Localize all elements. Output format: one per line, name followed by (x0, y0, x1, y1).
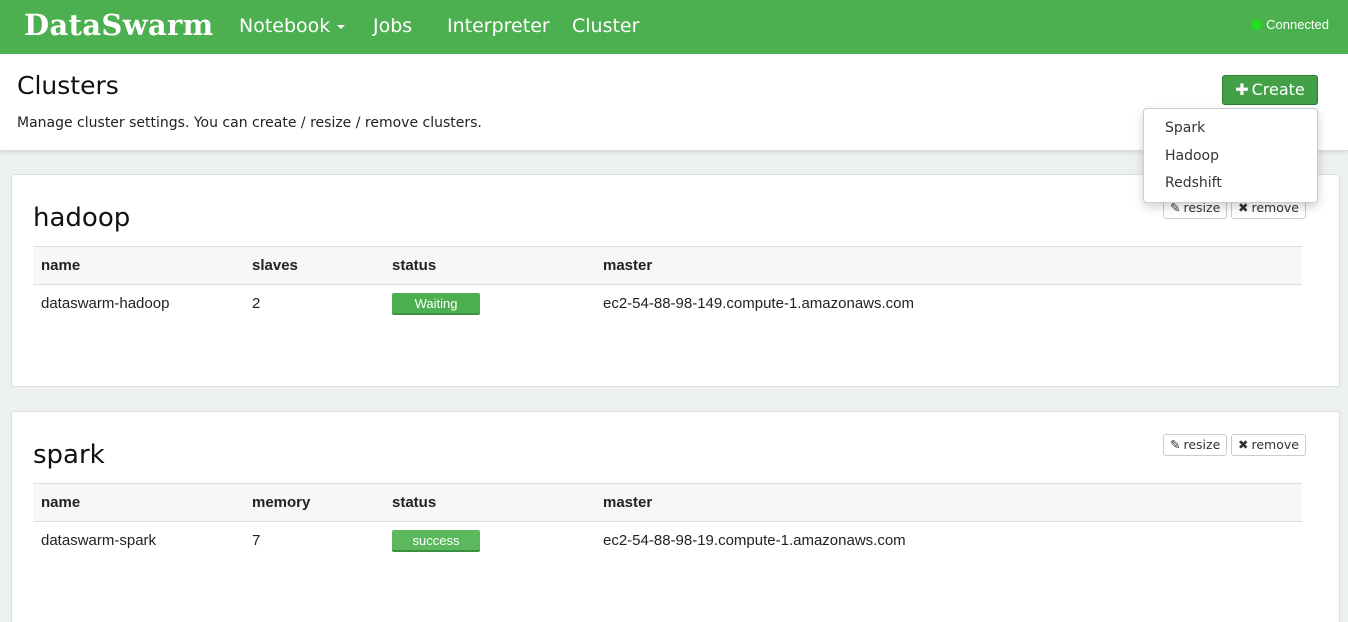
remove-label: remove (1251, 437, 1299, 452)
cell-slaves: 2 (252, 295, 261, 313)
menu-item-spark[interactable]: Spark (1144, 117, 1317, 145)
cell-name: dataswarm-spark (41, 532, 157, 550)
cell-status: Waiting (384, 285, 595, 323)
remove-button[interactable]: ✖ remove (1231, 434, 1306, 456)
cluster-panel-hadoop: hadoop ✎ resize ✖ remove name slaves statu… (11, 174, 1340, 387)
create-button-label: Create (1251, 80, 1305, 99)
connection-status: Connected (1251, 17, 1329, 32)
menu-item-hadoop[interactable]: Hadoop (1144, 145, 1317, 173)
create-dropdown-menu: Spark Hadoop Redshift (1143, 108, 1318, 203)
table-header-row: name slaves status master (33, 246, 1302, 285)
cell-memory: 7 (252, 532, 261, 550)
cluster-title: hadoop (33, 203, 131, 233)
nav-cluster[interactable]: Cluster (572, 15, 639, 37)
column-header-status: status (384, 246, 595, 285)
page-description: Manage cluster settings. You can create … (17, 115, 482, 131)
nav-notebook[interactable]: Notebook (239, 15, 346, 37)
menu-item-redshift[interactable]: Redshift (1144, 172, 1317, 200)
column-header-name: name (33, 483, 244, 522)
nav-interpreter[interactable]: Interpreter (447, 15, 550, 37)
status-dot-icon (1251, 19, 1263, 30)
create-cluster-button[interactable]: ✚ Create (1222, 75, 1318, 105)
cell-master: ec2-54-88-98-19.compute-1.amazonaws.com (603, 532, 906, 550)
connection-status-label: Connected (1266, 17, 1329, 32)
page-title: Clusters (17, 71, 119, 100)
status-badge: success (392, 529, 480, 552)
table-row: dataswarm-hadoop 2 Waiting ec2-54-88-98-… (33, 285, 1302, 323)
close-icon: ✖ (1238, 437, 1249, 452)
cell-name: dataswarm-hadoop (41, 295, 170, 313)
cluster-table: name memory status master dataswarm-spar… (33, 483, 1302, 560)
cluster-title: spark (33, 440, 105, 470)
top-navbar: DataSwarm Notebook Jobs Interpreter Clus… (0, 0, 1348, 54)
status-badge: Waiting (392, 292, 480, 315)
nav-jobs[interactable]: Jobs (373, 15, 412, 37)
column-header-slaves: slaves (244, 246, 384, 285)
column-header-memory: memory (244, 483, 384, 522)
cluster-panel-spark: spark ✎ resize ✖ remove name memory status… (11, 411, 1340, 622)
column-header-master: master (595, 483, 1302, 522)
column-header-name: name (33, 246, 244, 285)
plus-icon: ✚ (1235, 80, 1249, 99)
nav-notebook-label: Notebook (239, 15, 331, 37)
cell-master: ec2-54-88-98-149.compute-1.amazonaws.com (603, 295, 914, 313)
resize-label: resize (1183, 437, 1221, 452)
column-header-master: master (595, 246, 1302, 285)
column-header-status: status (384, 483, 595, 522)
caret-down-icon (337, 24, 346, 29)
cell-status: success (384, 522, 595, 560)
brand-logo[interactable]: DataSwarm (24, 8, 214, 42)
cluster-table: name slaves status master dataswarm-hado… (33, 246, 1302, 323)
resize-button[interactable]: ✎ resize (1163, 434, 1228, 456)
table-row: dataswarm-spark 7 success ec2-54-88-98-1… (33, 522, 1302, 560)
table-header-row: name memory status master (33, 483, 1302, 522)
pencil-icon: ✎ (1170, 437, 1181, 452)
